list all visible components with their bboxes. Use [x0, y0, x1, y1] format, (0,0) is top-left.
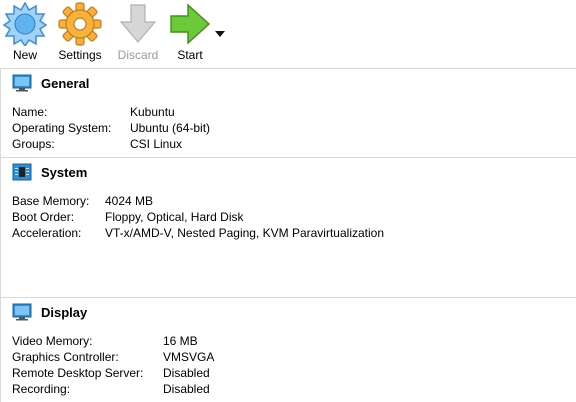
row-key: Boot Order:	[12, 210, 75, 224]
row-key: Graphics Controller:	[12, 350, 119, 364]
row-key: Remote Desktop Server:	[12, 366, 144, 380]
row-value: Ubuntu (64-bit)	[130, 121, 211, 135]
row-value: Disabled	[163, 382, 210, 396]
row-value: VT-x/AMD-V, Nested Paging, KVM Paravirtu…	[105, 226, 385, 240]
system-section-header[interactable]: System	[12, 163, 212, 183]
row-key: Recording:	[12, 382, 71, 396]
row-value: 4024 MB	[105, 194, 154, 208]
system-divider	[0, 297, 576, 298]
system-title: System	[41, 165, 88, 180]
start-button[interactable]: Start	[168, 2, 212, 62]
settings-label: Settings	[58, 48, 102, 62]
details-left-border	[0, 68, 1, 402]
discard-button[interactable]: Discard	[114, 2, 162, 62]
new-button[interactable]: New	[2, 2, 48, 62]
row-value: 16 MB	[163, 334, 198, 348]
row-key: Name:	[12, 105, 48, 119]
monitor-icon	[12, 74, 32, 92]
discard-label: Discard	[117, 48, 159, 62]
row-value: CSI Linux	[130, 137, 183, 151]
start-label: Start	[177, 48, 203, 62]
display-section-header[interactable]: Display	[12, 303, 212, 323]
row-value: VMSVGA	[163, 350, 215, 364]
display-title: Display	[41, 305, 88, 320]
row-value: Disabled	[163, 366, 210, 380]
toolbar: New Settings Discard Start	[0, 0, 576, 68]
row-value: Floppy, Optical, Hard Disk	[105, 210, 244, 224]
new-label: New	[12, 48, 37, 62]
toolbar-divider	[0, 68, 576, 69]
row-value: Kubuntu	[130, 105, 175, 119]
row-key: Video Memory:	[12, 334, 93, 348]
row-key: Groups:	[12, 137, 55, 151]
row-key: Base Memory:	[12, 194, 90, 208]
general-title: General	[41, 76, 90, 91]
new-starburst-icon	[3, 2, 47, 46]
settings-button[interactable]: Settings	[54, 2, 106, 62]
gear-icon	[58, 2, 102, 46]
start-dropdown-chevron-down-icon[interactable]	[215, 31, 225, 37]
discard-arrow-down-icon	[119, 4, 157, 43]
row-key: Acceleration:	[12, 226, 82, 240]
chip-icon	[12, 163, 32, 181]
general-divider	[0, 157, 576, 158]
row-key: Operating System:	[12, 121, 112, 135]
start-arrow-right-icon	[170, 3, 211, 45]
display-monitor-icon	[12, 303, 32, 321]
general-section-header[interactable]: General	[12, 74, 212, 94]
